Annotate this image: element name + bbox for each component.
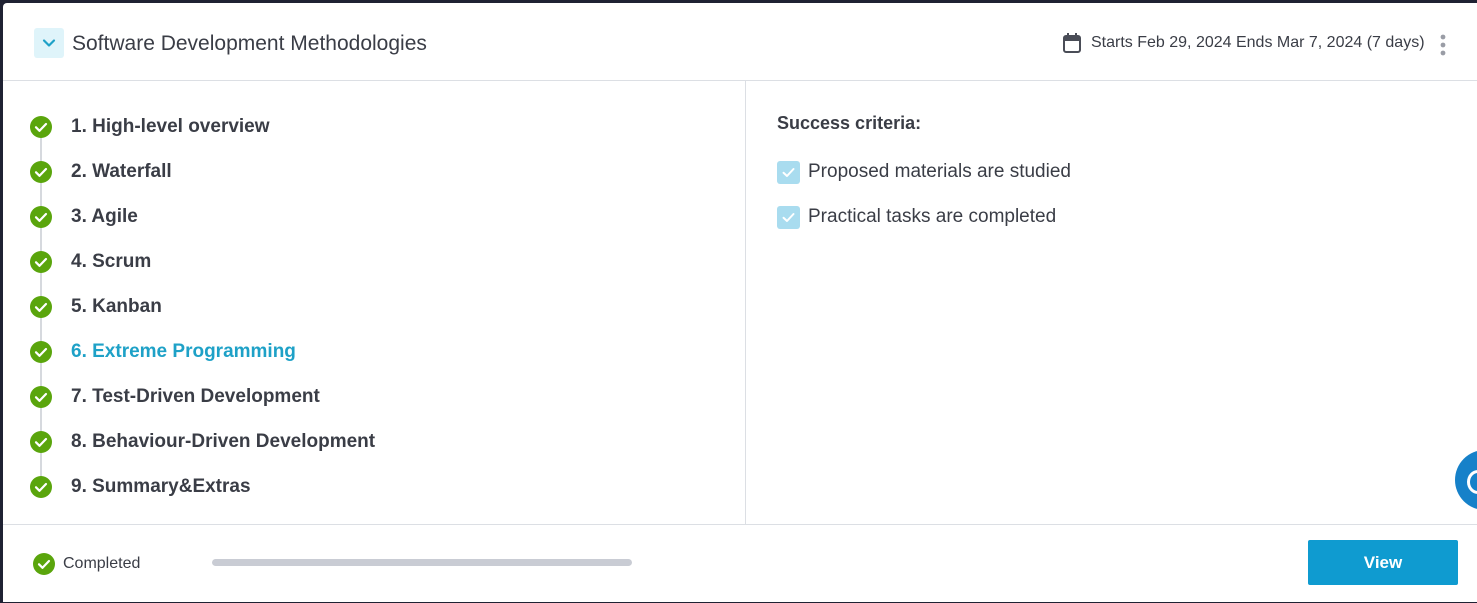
- chat-icon: [1467, 470, 1477, 494]
- step-item[interactable]: 4. Scrum: [30, 250, 151, 274]
- criteria-item[interactable]: Practical tasks are completed: [777, 205, 1056, 229]
- criteria-title: Success criteria:: [777, 113, 922, 133]
- check-circle-icon: [30, 386, 52, 408]
- step-item[interactable]: 1. High-level overview: [30, 115, 270, 139]
- progress-bar: [212, 559, 632, 566]
- check-circle-icon: [30, 206, 52, 228]
- date-range: Starts Feb 29, 2024 Ends Mar 7, 2024 (7 …: [1062, 32, 1425, 54]
- progress-fill: [212, 559, 632, 566]
- step-item[interactable]: 7. Test-Driven Development: [30, 385, 320, 409]
- step-item[interactable]: 9. Summary&Extras: [30, 475, 251, 499]
- criteria-panel: Success criteria: Proposed materials are…: [746, 81, 1477, 524]
- step-label: 2. Waterfall: [71, 161, 172, 182]
- criteria-item[interactable]: Proposed materials are studied: [777, 160, 1071, 184]
- step-item[interactable]: 2. Waterfall: [30, 160, 172, 184]
- checkbox[interactable]: [777, 205, 800, 229]
- view-button[interactable]: View: [1308, 540, 1458, 585]
- calendar-icon: [1063, 33, 1081, 53]
- step-label: 9. Summary&Extras: [71, 476, 251, 497]
- status-text: Completed: [63, 555, 141, 572]
- kebab-menu-icon: [1440, 34, 1446, 56]
- collapse-button[interactable]: [34, 28, 64, 58]
- check-circle-icon: [30, 341, 52, 363]
- step-label: 1. High-level overview: [71, 116, 270, 137]
- check-circle-icon: [30, 116, 52, 138]
- criteria-label: Practical tasks are completed: [808, 206, 1057, 227]
- checkmark-icon: [782, 212, 795, 222]
- step-list: 1. High-level overview 2. Waterfall 3. Agi…: [3, 81, 745, 524]
- step-item[interactable]: 3. Agile: [30, 205, 138, 229]
- chevron-down-icon: [42, 39, 56, 47]
- checkmark-icon: [782, 167, 795, 177]
- step-label: 3. Agile: [71, 206, 138, 227]
- card-header: Software Development Methodologies Start…: [3, 3, 1477, 81]
- criteria-label: Proposed materials are studied: [808, 161, 1071, 182]
- check-circle-icon: [30, 431, 52, 453]
- card-footer: Completed View: [3, 524, 1477, 603]
- step-item[interactable]: 5. Kanban: [30, 295, 162, 319]
- step-label: 6. Extreme Programming: [71, 341, 296, 362]
- steps-panel: 1. High-level overview 2. Waterfall 3. Agi…: [3, 81, 746, 524]
- step-item[interactable]: 6. Extreme Programming: [30, 340, 296, 364]
- status-badge: Completed: [33, 552, 140, 576]
- check-circle-icon: [33, 553, 55, 575]
- step-label: 4. Scrum: [71, 251, 152, 272]
- module-title: Software Development Methodologies: [72, 32, 427, 55]
- check-circle-icon: [30, 161, 52, 183]
- check-circle-icon: [30, 476, 52, 498]
- step-item[interactable]: 8. Behaviour-Driven Development: [30, 430, 375, 454]
- check-circle-icon: [30, 296, 52, 318]
- step-label: 5. Kanban: [71, 296, 162, 317]
- check-circle-icon: [30, 251, 52, 273]
- module-card: Software Development Methodologies Start…: [3, 3, 1477, 602]
- checkbox[interactable]: [777, 160, 800, 184]
- more-options-button[interactable]: [1431, 31, 1455, 59]
- date-range-text: Starts Feb 29, 2024 Ends Mar 7, 2024 (7 …: [1091, 34, 1425, 51]
- step-label: 8. Behaviour-Driven Development: [71, 431, 376, 452]
- step-label: 7. Test-Driven Development: [71, 386, 320, 407]
